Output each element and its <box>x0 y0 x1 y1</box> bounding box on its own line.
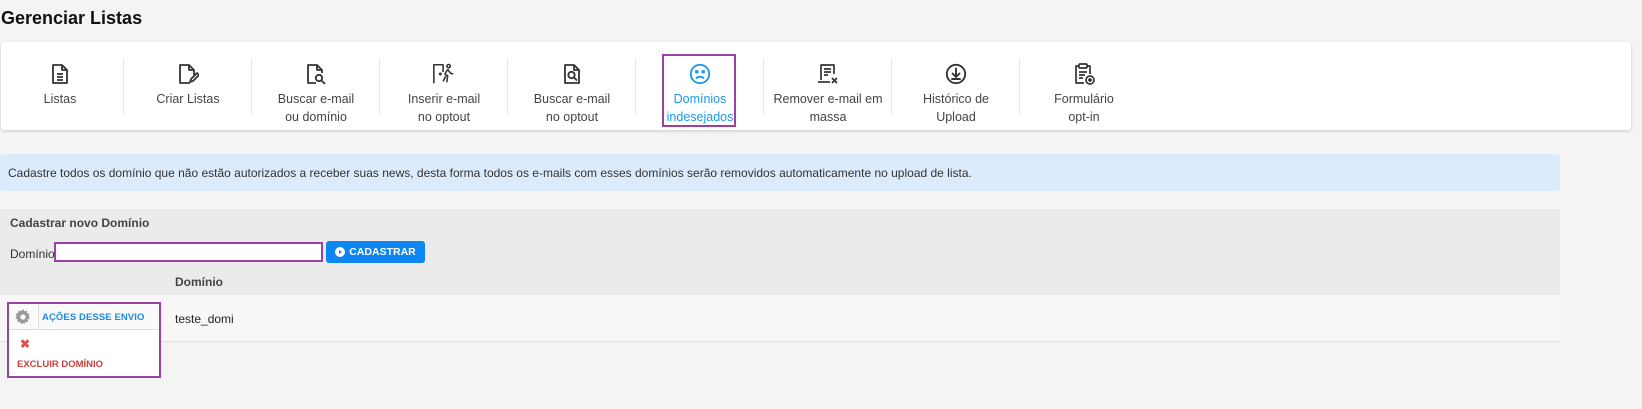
domain-input[interactable] <box>54 242 323 262</box>
tool-label: Criar Listas <box>156 92 220 106</box>
tool-label-2: ou domínio <box>285 110 347 124</box>
cadastrar-button[interactable]: CADASTRAR <box>326 241 425 263</box>
gear-icon[interactable] <box>15 309 31 325</box>
remove-mass-icon <box>816 62 840 86</box>
search-document-icon <box>304 62 328 86</box>
list-document-icon <box>48 62 72 86</box>
exit-door-icon <box>432 62 456 86</box>
tool-buscar-optout[interactable]: Buscar e-mail no optout <box>508 42 636 130</box>
actions-divider <box>38 304 39 330</box>
tool-historico-upload[interactable]: Histórico de Upload <box>892 42 1020 130</box>
tool-label-2: no optout <box>417 110 471 124</box>
domain-cell: teste_domi <box>175 312 234 326</box>
tool-buscar-email-dominio[interactable]: Buscar e-mail ou domínio <box>252 42 380 130</box>
actions-header[interactable]: AÇÕES DESSE ENVIO <box>9 304 159 330</box>
tool-label: Buscar e-mail <box>533 92 611 106</box>
tool-label: Histórico de <box>923 92 989 106</box>
tool-label: Inserir e-mail <box>407 92 481 106</box>
tool-criar-listas[interactable]: Criar Listas <box>124 42 252 130</box>
tool-remover-massa[interactable]: Remover e-mail em massa <box>764 42 892 130</box>
tool-inserir-optout[interactable]: Inserir e-mail no optout <box>380 42 508 130</box>
tool-label-2: opt-in <box>1068 110 1100 124</box>
tool-label-2: Upload <box>936 110 976 124</box>
tool-label-2: indesejados <box>666 110 734 124</box>
tool-label: Formulário <box>1054 92 1114 106</box>
actions-title: AÇÕES DESSE ENVIO <box>42 312 145 323</box>
domain-panel: Cadastrar novo Domínio Domínio: CADASTRA… <box>0 209 1560 342</box>
tool-label: Domínios <box>673 92 727 106</box>
tool-formulario-optin[interactable]: Formulário opt-in <box>1020 42 1148 130</box>
excluir-dominio-link[interactable]: EXCLUIR DOMÍNIO <box>17 359 103 370</box>
tool-label: Buscar e-mail <box>277 92 355 106</box>
tool-listas[interactable]: Listas <box>0 42 124 130</box>
tool-label-2: massa <box>809 110 847 124</box>
toolbar: Listas Criar Listas Buscar e-mail ou domí… <box>1 42 1631 130</box>
close-x-icon[interactable]: ✖ <box>20 337 30 351</box>
form-title: Cadastrar novo Domínio <box>10 216 150 230</box>
search-file-icon <box>560 62 584 86</box>
info-alert: Cadastre todos os domínio que não estão … <box>0 154 1560 191</box>
edit-document-icon <box>176 62 200 86</box>
table-row: teste_domi <box>0 295 1560 342</box>
clipboard-add-icon <box>1072 62 1096 86</box>
domain-form: Cadastrar novo Domínio Domínio: CADASTRA… <box>0 209 1560 295</box>
tool-label: Remover e-mail em <box>773 92 883 106</box>
page-title: Gerenciar Listas <box>1 8 143 28</box>
domain-label: Domínio: <box>10 247 59 261</box>
sad-face-icon <box>688 62 712 86</box>
tool-dominios-indesejados[interactable]: Domínios indesejados <box>636 42 764 130</box>
tool-label-2: no optout <box>545 110 599 124</box>
cadastrar-label: CADASTRAR <box>349 246 416 258</box>
column-header-dominio: Domínio <box>175 275 223 289</box>
actions-dropdown: AÇÕES DESSE ENVIO ✖ EXCLUIR DOMÍNIO <box>7 302 161 378</box>
tool-label: Listas <box>43 92 77 106</box>
play-circle-icon <box>335 247 346 257</box>
download-circle-icon <box>944 62 968 86</box>
